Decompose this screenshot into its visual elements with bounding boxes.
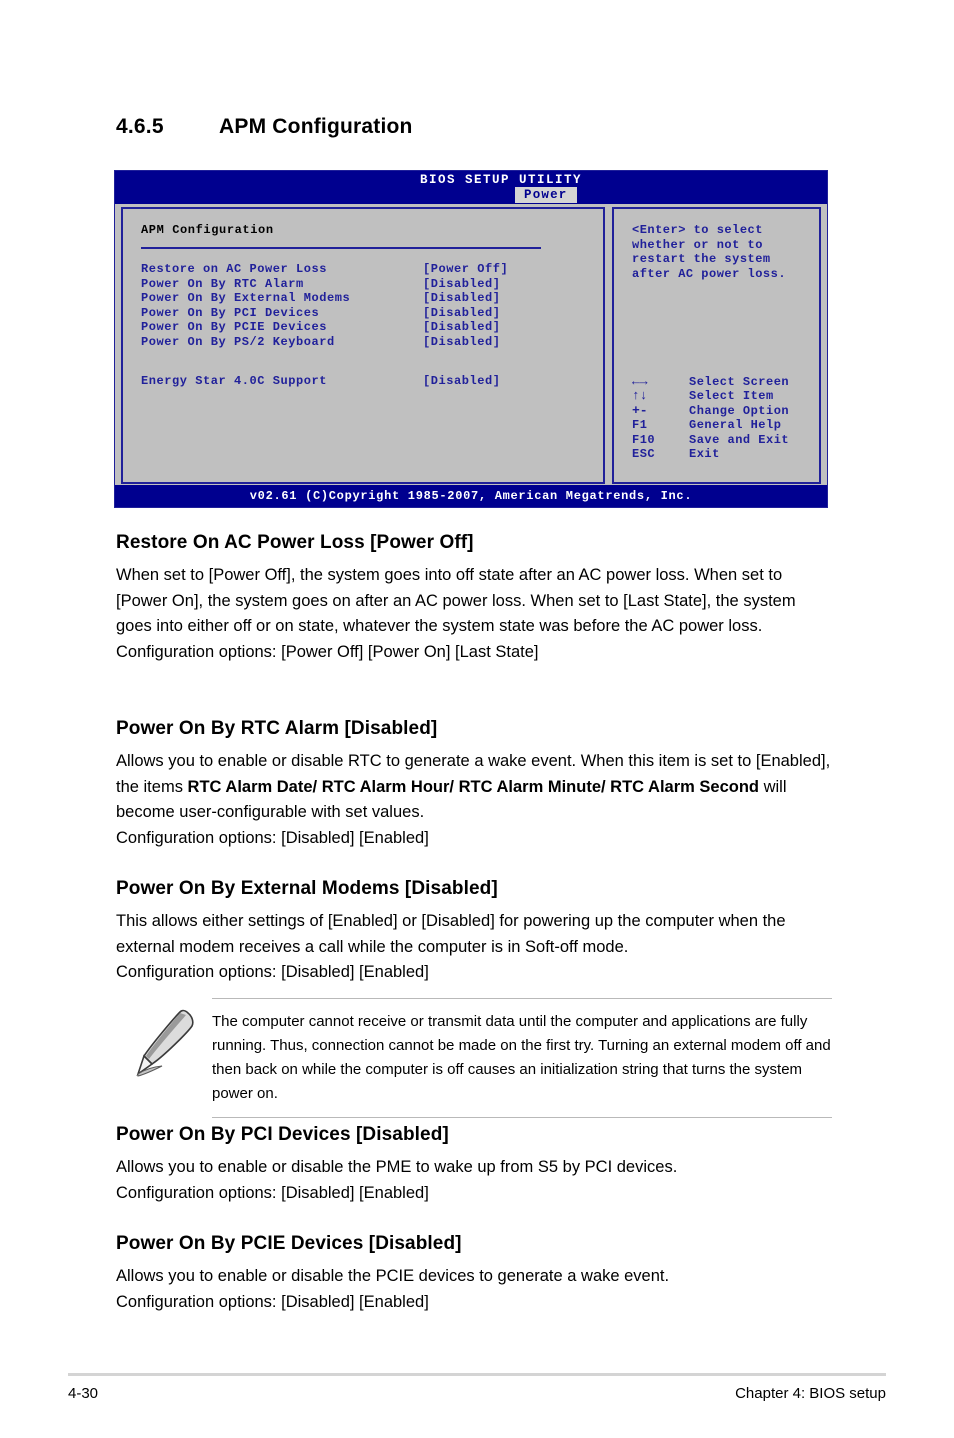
tab-power[interactable]: Power bbox=[515, 187, 577, 203]
bios-option-label: Power On By PCIE Devices bbox=[141, 320, 328, 335]
bios-help-line: <Enter> to select bbox=[632, 223, 763, 237]
subsection-heading: Power On By External Modems [Disabled] bbox=[116, 878, 498, 899]
bios-help-line: restart the system bbox=[632, 252, 771, 267]
legend-item-change-option: +- Change Option bbox=[632, 402, 790, 418]
bios-option-value[interactable]: [Disabled] bbox=[423, 320, 501, 335]
bios-option-label: Energy Star 4.0C Support bbox=[141, 373, 328, 388]
bios-option-label: Power On By External Modems bbox=[141, 291, 351, 306]
section-power-on-by-rtc-alarm: Power On By RTC Alarm [Disabled] Allows … bbox=[116, 718, 832, 851]
bios-help-line: after AC power loss. bbox=[632, 266, 787, 281]
bios-help-panel: <Enter> to select whether or not to rest… bbox=[612, 207, 821, 484]
subsection-heading: Power On By PCIE Devices [Disabled] bbox=[116, 1233, 462, 1254]
bios-option-label: Power On By PS/2 Keyboard bbox=[141, 334, 335, 349]
bios-option-row[interactable]: Power On By PCIE Devices [Disabled] bbox=[141, 320, 603, 335]
subsection-config-options: Configuration options: [Disabled] [Enabl… bbox=[116, 828, 429, 847]
section-power-on-by-pci-devices: Power On By PCI Devices [Disabled] Allow… bbox=[116, 1124, 832, 1206]
bios-option-row[interactable]: Restore on AC Power Loss [Power Off] bbox=[141, 262, 603, 277]
legend-item-select-item: ↑↓ Select Item bbox=[632, 388, 789, 404]
note-bottom-rule bbox=[212, 1117, 832, 1118]
legend-label: Exit bbox=[689, 447, 720, 462]
legend-label: Select Screen bbox=[689, 375, 790, 389]
legend-item-general-help: F1 General Help bbox=[632, 418, 789, 432]
bios-option-label: Restore on AC Power Loss bbox=[141, 262, 328, 276]
bios-utility-title: BIOS SETUP UTILITY bbox=[419, 173, 583, 187]
body-text-bold: RTC Alarm Date/ RTC Alarm Hour/ RTC Alar… bbox=[187, 777, 759, 796]
bios-option-value[interactable]: [Disabled] bbox=[423, 306, 501, 321]
bios-option-row[interactable]: Power On By PS/2 Keyboard [Disabled] bbox=[141, 335, 603, 350]
plus-minus-icon: +- bbox=[632, 402, 648, 418]
bios-settings-panel: APM Configuration Restore on AC Power Lo… bbox=[121, 207, 605, 484]
subsection-body: Allows you to enable or disable the PME … bbox=[116, 1158, 678, 1176]
subsection-heading: Power On By PCI Devices [Disabled] bbox=[116, 1124, 449, 1145]
bios-body: APM Configuration Restore on AC Power Lo… bbox=[115, 204, 827, 487]
subsection-config-options: Configuration options: [Power Off] [Powe… bbox=[116, 642, 539, 661]
section-power-on-by-pcie-devices: Power On By PCIE Devices [Disabled] Allo… bbox=[116, 1233, 832, 1315]
footer-page-number: 4-30 bbox=[68, 1385, 99, 1402]
section-restore-on-ac-power-loss: Restore On AC Power Loss [Power Off] Whe… bbox=[116, 532, 832, 665]
subsection-config-options: Configuration options: [Disabled] [Enabl… bbox=[116, 1292, 429, 1311]
bios-option-row[interactable]: Power On By External Modems [Disabled] bbox=[141, 291, 603, 306]
bios-option-value[interactable]: [Disabled] bbox=[423, 291, 501, 306]
subsection-config-options: Configuration options: [Disabled] [Enabl… bbox=[116, 963, 429, 982]
f10-key-label: F10 bbox=[632, 432, 656, 447]
bios-section-divider bbox=[141, 247, 541, 249]
pen-nib-icon bbox=[136, 1009, 194, 1077]
bios-option-value[interactable]: [Disabled] bbox=[423, 335, 501, 350]
subsection-heading: Restore On AC Power Loss [Power Off] bbox=[116, 532, 474, 553]
subsection-body: Allows you to enable or disable the PCIE… bbox=[116, 1267, 670, 1285]
legend-item-exit: ESC Exit bbox=[632, 447, 789, 461]
bios-option-row-energy-star[interactable]: Energy Star 4.0C Support [Disabled] bbox=[141, 374, 603, 389]
bios-option-spacer bbox=[141, 350, 603, 374]
bios-option-value[interactable]: [Power Off] bbox=[423, 262, 508, 277]
up-down-arrow-icon: ↑↓ bbox=[632, 388, 648, 404]
bios-help-line: whether or not to bbox=[632, 237, 763, 252]
f1-key-label: F1 bbox=[632, 418, 648, 433]
bios-option-row[interactable]: Power On By PCI Devices [Disabled] bbox=[141, 306, 603, 321]
subsection-body: When set to [Power Off], the system goes… bbox=[116, 566, 796, 636]
bios-option-label: Power On By RTC Alarm bbox=[141, 276, 304, 291]
bios-setup-screenshot: BIOS SETUP UTILITY Power APM Configurati… bbox=[114, 170, 828, 508]
left-right-arrow-icon: ←→ bbox=[632, 374, 648, 389]
legend-label: General Help bbox=[689, 418, 782, 433]
note-text: The computer cannot receive or transmit … bbox=[212, 1013, 831, 1102]
bios-section-title: APM Configuration bbox=[141, 223, 274, 237]
subsection-body: Allows you to enable or disable RTC to g… bbox=[116, 749, 832, 826]
subsection-body: This allows either settings of [Enabled]… bbox=[116, 912, 786, 956]
footer-divider bbox=[68, 1373, 886, 1376]
bios-option-row[interactable]: Power On By RTC Alarm [Disabled] bbox=[141, 277, 603, 292]
section-title: APM Configuration bbox=[219, 115, 413, 138]
page-title: 4.6.5 APM Configuration bbox=[116, 115, 413, 139]
legend-item-select-screen: ←→ Select Screen bbox=[632, 374, 790, 389]
legend-label: Change Option bbox=[689, 403, 790, 418]
bios-key-legend: ←→ Select Screen ↑↓ Select Item +- Chang… bbox=[632, 374, 790, 461]
bios-header: BIOS SETUP UTILITY Power bbox=[115, 171, 827, 204]
esc-key-label: ESC bbox=[632, 447, 656, 462]
subsection-config-options: Configuration options: [Disabled] [Enabl… bbox=[116, 1183, 429, 1202]
bios-option-value[interactable]: [Disabled] bbox=[423, 277, 501, 292]
bios-option-label: Power On By PCI Devices bbox=[141, 305, 320, 320]
section-power-on-by-external-modems: Power On By External Modems [Disabled] T… bbox=[116, 878, 832, 986]
bios-option-value[interactable]: [Disabled] bbox=[423, 374, 501, 389]
legend-label: Select Item bbox=[689, 389, 774, 404]
legend-item-save-and-exit: F10 Save and Exit bbox=[632, 433, 789, 447]
note-content: The computer cannot receive or transmit … bbox=[212, 998, 832, 1118]
subsection-heading: Power On By RTC Alarm [Disabled] bbox=[116, 718, 438, 739]
section-number: 4.6.5 bbox=[116, 115, 164, 138]
footer-chapter-label: Chapter 4: BIOS setup bbox=[735, 1385, 886, 1402]
legend-label: Save and Exit bbox=[689, 432, 790, 447]
bios-copyright-bar: v02.61 (C)Copyright 1985-2007, American … bbox=[115, 485, 827, 507]
